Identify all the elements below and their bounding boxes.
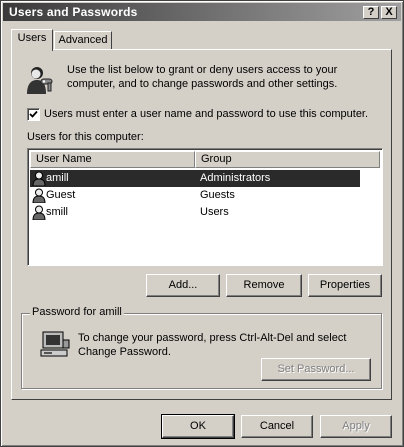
user-row-guest[interactable]: Guest Guests (30, 187, 360, 204)
password-group-title: Password for amill (30, 306, 124, 318)
title-bar[interactable]: Users and Passwords ? X (3, 3, 401, 21)
user-group: Administrators (200, 172, 271, 184)
must-login-label[interactable]: Users must enter a user name and passwor… (44, 108, 368, 120)
help-button[interactable]: ? (363, 6, 379, 19)
column-header-group[interactable]: Group (195, 151, 380, 168)
close-button[interactable]: X (381, 6, 397, 19)
user-group: Guests (200, 189, 235, 201)
user-group: Users (200, 206, 229, 218)
password-groupbox: Password for amill To change your passwo… (21, 306, 382, 389)
checkmark-icon (29, 110, 38, 118)
user-row-amill[interactable]: amill Administrators (30, 170, 360, 187)
tab-users[interactable]: Users (11, 29, 53, 51)
add-button[interactable]: Add... (146, 274, 220, 297)
column-header-user-name[interactable]: User Name (30, 151, 195, 168)
user-icon (32, 188, 46, 203)
tab-advanced[interactable]: Advanced (54, 31, 112, 50)
users-tab-panel: Use the list below to grant or deny user… (11, 49, 392, 400)
password-info-text: To change your password, press Ctrl-Alt-… (78, 332, 347, 358)
user-name: smill (46, 206, 68, 218)
user-icon (32, 171, 46, 186)
user-icon (32, 205, 46, 220)
properties-button[interactable]: Properties (308, 274, 382, 297)
must-login-checkbox[interactable] (27, 108, 40, 121)
set-password-button[interactable]: Set Password... (261, 358, 371, 381)
remove-button[interactable]: Remove (226, 274, 302, 297)
user-name: amill (46, 172, 69, 184)
user-name: Guest (46, 189, 76, 201)
cancel-button[interactable]: Cancel (241, 415, 313, 438)
ok-button[interactable]: OK (161, 414, 235, 439)
users-listbox[interactable]: User Name Group amill Administrators Gue… (27, 148, 383, 266)
apply-button[interactable]: Apply (320, 415, 392, 438)
window-title: Users and Passwords (9, 5, 138, 19)
users-keys-icon (27, 67, 53, 94)
users-list-caption: Users for this computer: (27, 131, 144, 143)
user-row-smill[interactable]: smill Users (30, 204, 360, 221)
users-and-passwords-dialog: Users and Passwords ? X Users Advanced U… (0, 0, 404, 447)
intro-text: Use the list below to grant or deny user… (67, 64, 338, 90)
computer-icon (40, 331, 70, 357)
